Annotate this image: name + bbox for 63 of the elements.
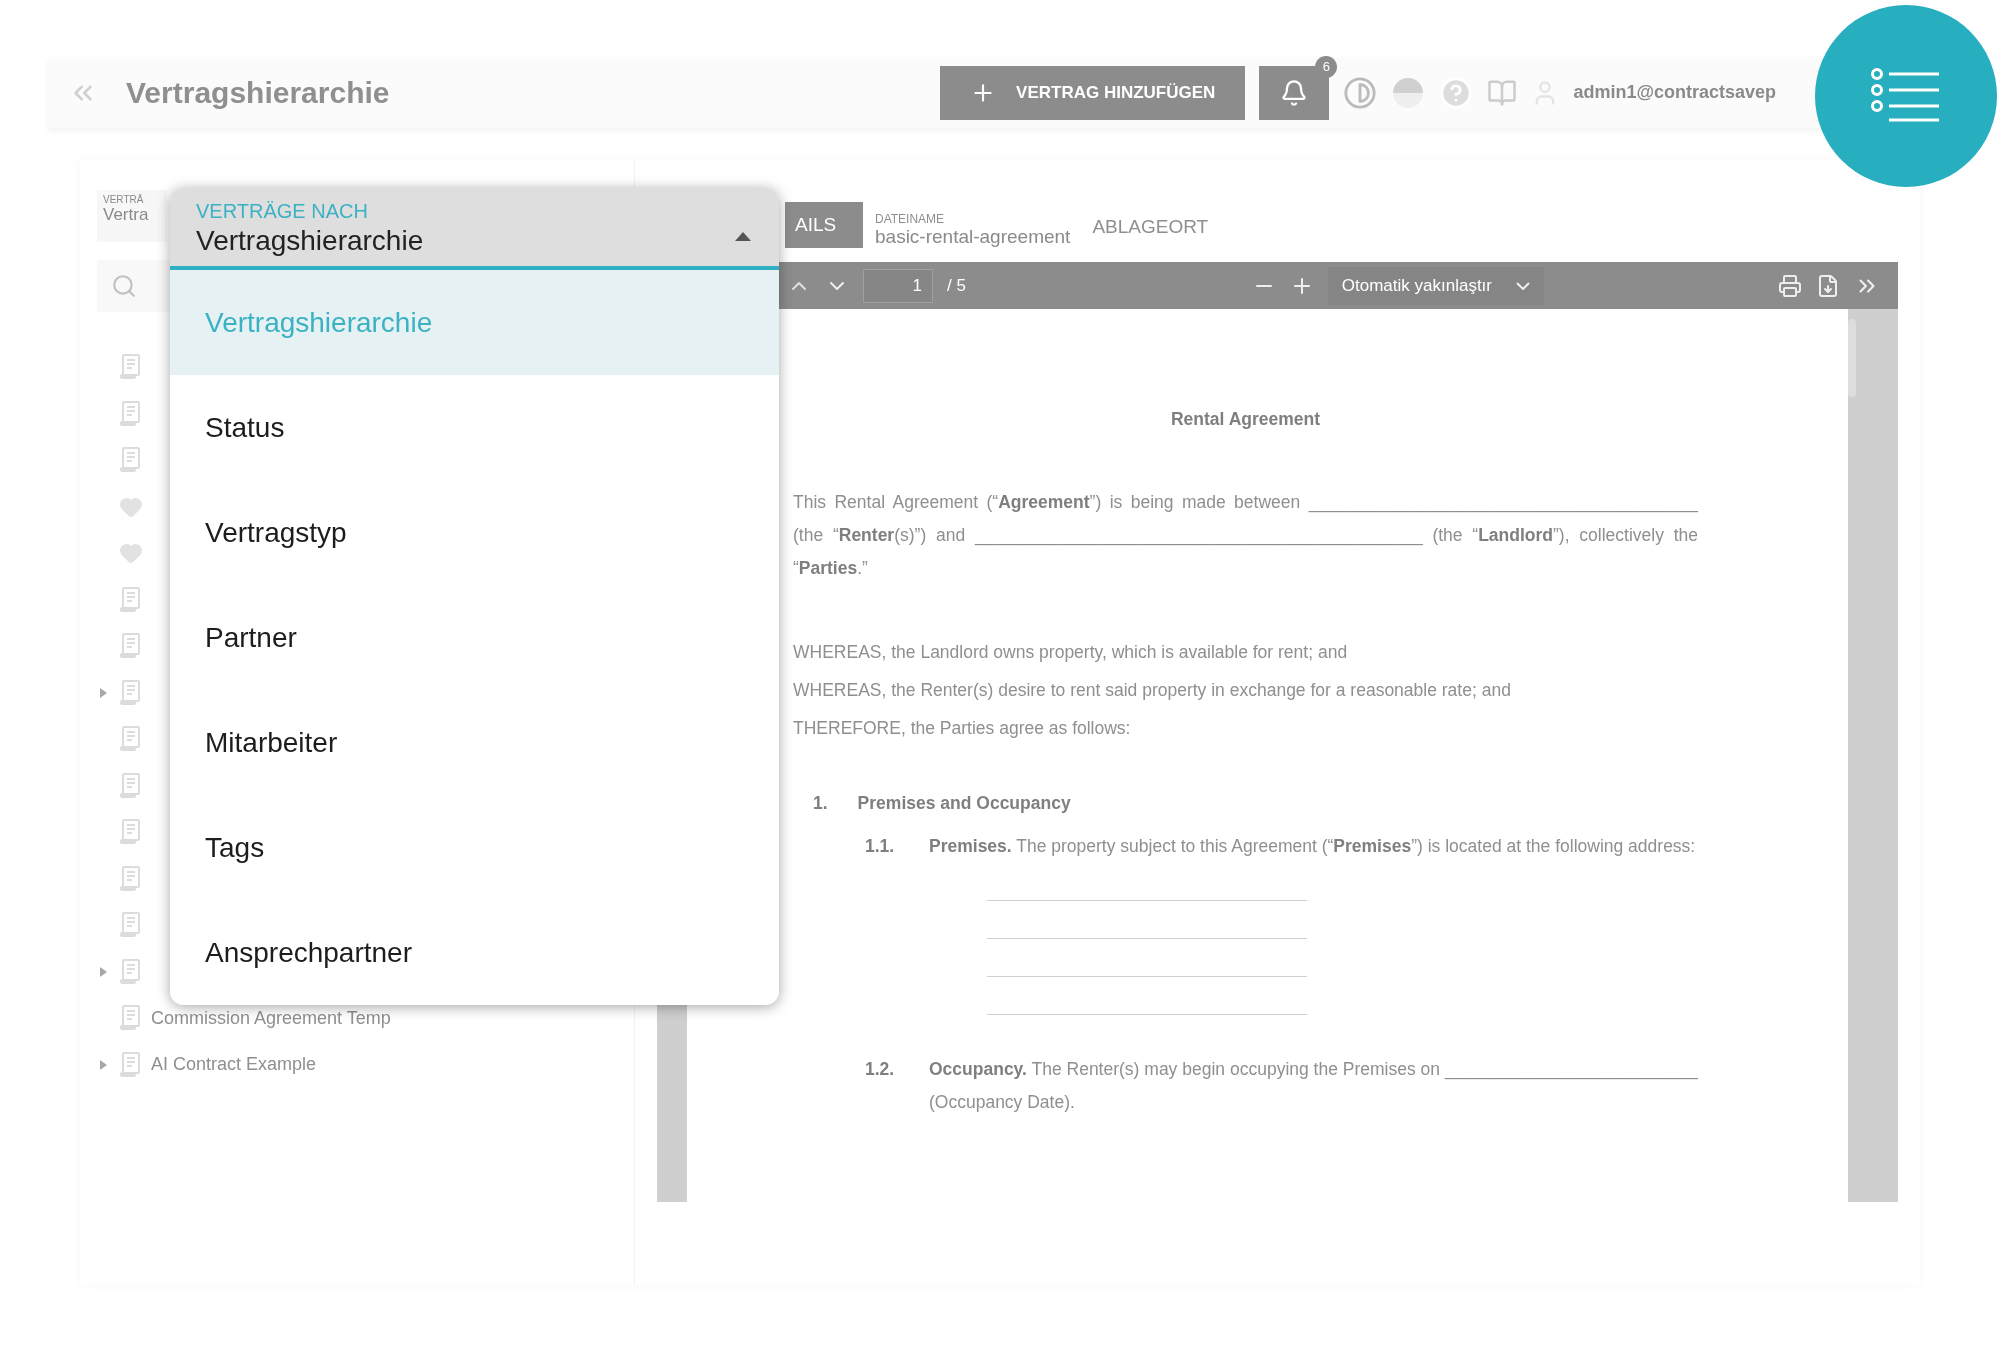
heart-icon — [119, 541, 143, 566]
document-icon — [119, 772, 141, 799]
clause-number: 1.2. — [865, 1058, 895, 1081]
caret-up-icon[interactable] — [733, 230, 753, 242]
document-icon — [119, 865, 141, 892]
file-name: basic-rental-agreement — [875, 226, 1071, 248]
dropdown-option[interactable]: Vertragstyp — [170, 480, 779, 585]
dropdown-option[interactable]: Tags — [170, 795, 779, 900]
chevron-down-icon — [1516, 281, 1530, 290]
dome-icon[interactable] — [1391, 75, 1426, 110]
details-tab[interactable]: AILS — [785, 202, 863, 248]
document-icon — [119, 400, 141, 427]
zoom-select[interactable]: Otomatik yakınlaştır — [1327, 266, 1544, 305]
document-icon — [119, 1005, 141, 1032]
dropdown-option[interactable]: Ansprechpartner — [170, 900, 779, 1005]
print-icon[interactable] — [1778, 273, 1802, 298]
expand-icon[interactable] — [97, 965, 109, 978]
document-icon — [119, 679, 141, 706]
document-icon — [119, 633, 141, 660]
dropdown-option[interactable]: Vertragshierarchie — [170, 270, 779, 375]
document-icon — [119, 354, 141, 381]
document-icon — [119, 819, 141, 846]
paragraph: THEREFORE, the Parties agree as follows: — [793, 717, 1132, 739]
sort-select[interactable]: VERTRÄ Vertra — [97, 190, 167, 242]
page-field[interactable]: 1 — [863, 268, 933, 303]
add-contract-button[interactable]: VERTRAG HINZUFÜGEN — [940, 65, 1246, 120]
clause-text: Occupancy. The Renter(s) may begin occupying the Premises on __________________________ (Occupancy Date). — [929, 1059, 1698, 1112]
document-icon — [119, 912, 141, 939]
document-icon — [119, 1051, 141, 1078]
expand-icon[interactable] — [97, 1058, 109, 1071]
expand-icon[interactable] — [97, 686, 109, 699]
bell-icon — [1280, 78, 1309, 107]
user-email[interactable]: admin1@contractsavep — [1573, 82, 1776, 103]
notification-badge: 6 — [1315, 55, 1338, 78]
document-icon — [119, 726, 141, 753]
dropdown-option[interactable]: Mitarbeiter — [170, 690, 779, 795]
download-icon[interactable] — [1816, 273, 1840, 298]
section-title: Premises and Occupancy — [857, 793, 1071, 814]
location-tab[interactable]: ABLAGEORT — [1082, 216, 1219, 248]
page-title: Vertragshierarchie — [126, 75, 391, 110]
paragraph: This Rental Agreement (“Agreement”) is being made between ________________________________________ (the “Renter(s)”) and ______________________________________________ (the “Landlord”), collectively the “Parties.” — [793, 491, 1698, 580]
group-by-dropdown[interactable]: VERTRÄGE NACH Vertragshierarchie Vertragshierarchie Status Vertragstyp Partner Mitarbeiter Tags Ansprechpartner — [170, 188, 779, 1005]
paragraph: WHEREAS, the Landlord owns property, which is available for rent; and — [793, 641, 1349, 663]
tree-item[interactable]: Commission Agreement Temp — [151, 1007, 391, 1029]
section-number: 1. — [813, 793, 828, 814]
clause-number: 1.1. — [865, 835, 895, 858]
dropdown-label: VERTRÄGE NACH — [196, 200, 369, 223]
file-label: DATEINAME — [875, 212, 946, 226]
document-title: Rental Agreement — [1169, 409, 1322, 430]
search-icon — [111, 273, 137, 299]
paragraph: WHEREAS, the Renter(s) desire to rent said property in exchange for a reasonable rate; and — [793, 679, 1512, 701]
tree-item[interactable]: AI Contract Example — [151, 1054, 317, 1076]
dropdown-option[interactable]: Status — [170, 375, 779, 480]
scrollbar-thumb[interactable] — [1848, 319, 1856, 397]
document-icon — [119, 586, 141, 613]
dropdown-value: Vertragshierarchie — [196, 225, 425, 257]
list-icon — [1871, 68, 1941, 124]
contrast-icon[interactable] — [1343, 75, 1378, 110]
document-icon — [119, 447, 141, 474]
clause-text: Premises. The property subject to this Agreement (“Premises”) is located at the following address: — [929, 836, 1696, 856]
document-icon — [119, 958, 141, 985]
dropdown-option[interactable]: Partner — [170, 585, 779, 690]
page-count: / 5 — [947, 275, 967, 296]
